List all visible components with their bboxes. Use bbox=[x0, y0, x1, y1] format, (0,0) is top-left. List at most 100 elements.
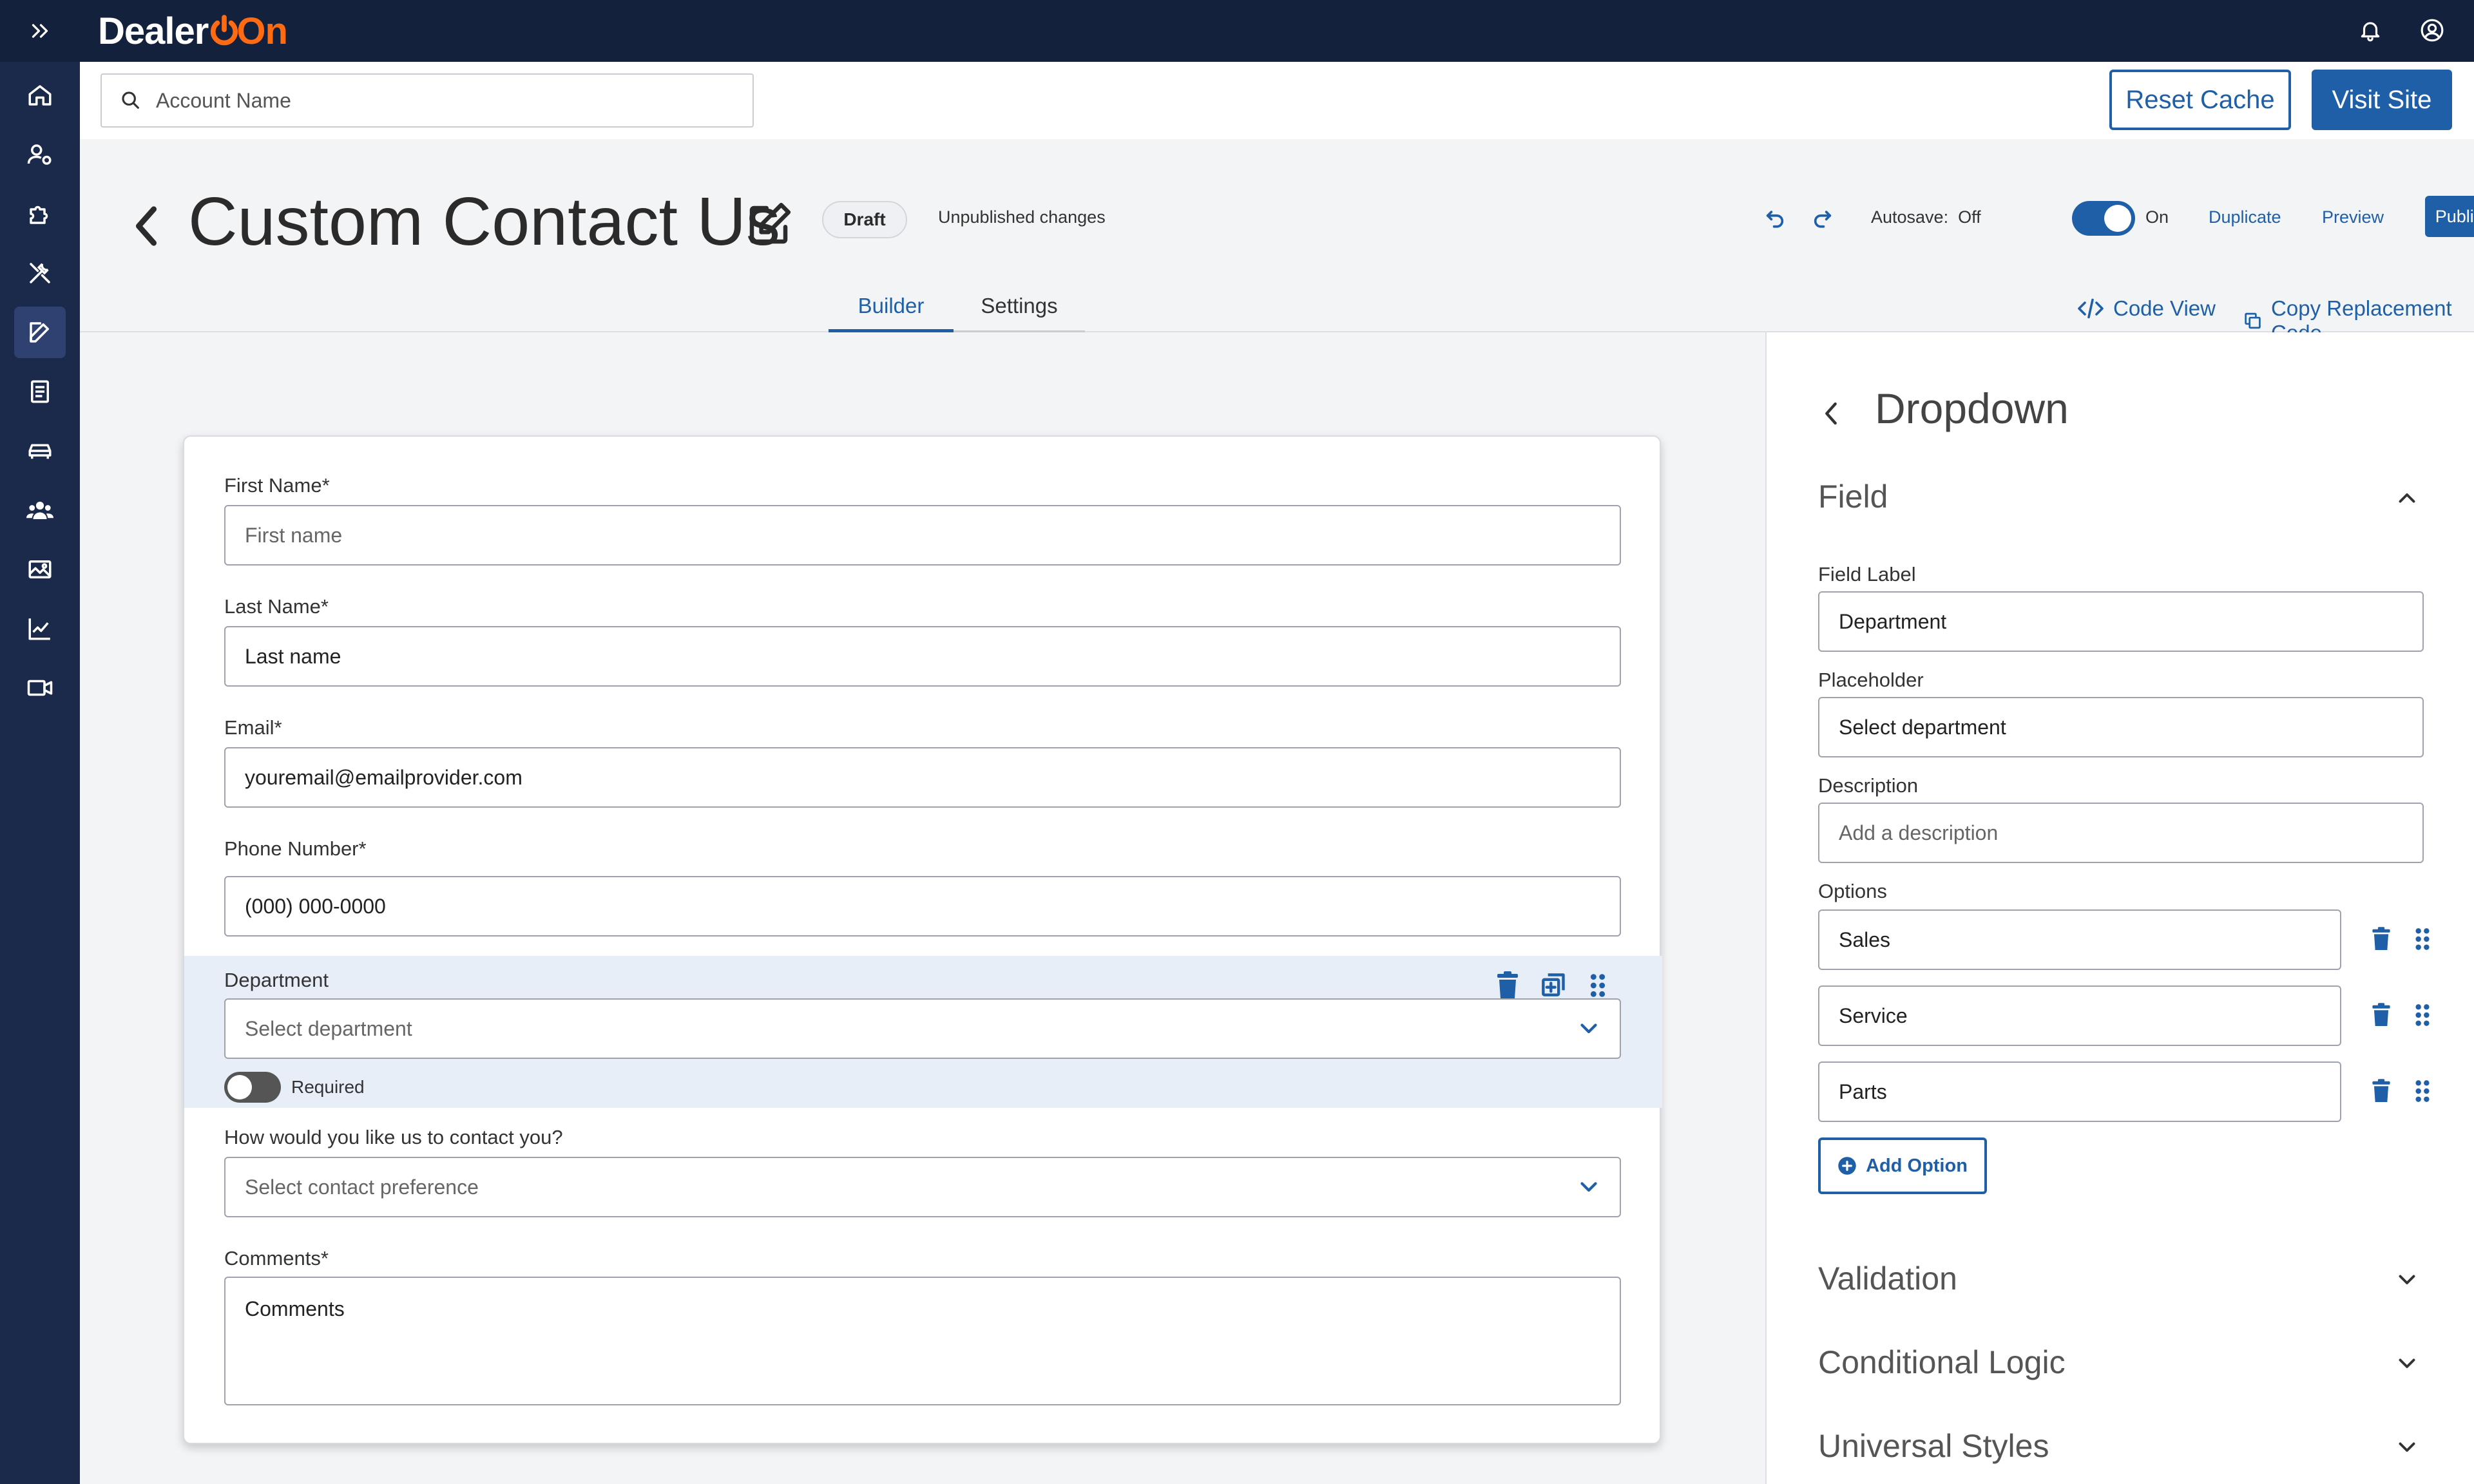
duplicate-link[interactable]: Duplicate bbox=[2209, 207, 2281, 227]
option-input[interactable]: Sales bbox=[1818, 909, 2341, 970]
email-field[interactable]: youremail@emailprovider.com bbox=[224, 747, 1621, 808]
delete-option-icon[interactable] bbox=[2366, 1076, 2397, 1107]
description-label: Description bbox=[1818, 774, 1919, 797]
contact-preference-label: How would you like us to contact you? bbox=[224, 1126, 563, 1148]
chevron-down-icon bbox=[1580, 1023, 1597, 1034]
edit-icon[interactable] bbox=[14, 307, 66, 358]
publish-button[interactable]: Publish bbox=[2425, 196, 2474, 237]
field-label-label: Field Label bbox=[1818, 563, 1916, 585]
image-icon[interactable] bbox=[14, 544, 66, 595]
user-settings-icon[interactable] bbox=[14, 129, 66, 180]
power-icon bbox=[211, 15, 238, 46]
field-section-title[interactable]: Field bbox=[1818, 478, 1888, 515]
drag-handle-icon[interactable] bbox=[1581, 969, 1615, 1002]
tools-icon[interactable] bbox=[14, 247, 66, 299]
visit-site-button[interactable]: Visit Site bbox=[2312, 70, 2452, 130]
form-preview-card: First Name* First name Last Name* Last n… bbox=[183, 435, 1662, 1444]
page-header: Custom Contact Us Draft Unpublished chan… bbox=[80, 139, 2474, 345]
chevron-down-icon[interactable] bbox=[2392, 1264, 2422, 1295]
back-arrow-icon[interactable] bbox=[124, 197, 169, 255]
drag-handle-icon[interactable] bbox=[2407, 1000, 2438, 1031]
conditional-logic-section-title[interactable]: Conditional Logic bbox=[1818, 1344, 2066, 1381]
required-label: Required bbox=[291, 1077, 365, 1097]
notification-bell-icon[interactable] bbox=[2354, 14, 2386, 46]
options-label: Options bbox=[1818, 880, 1887, 902]
video-icon[interactable] bbox=[14, 662, 66, 714]
plus-circle-icon bbox=[1838, 1157, 1856, 1175]
placeholder-input[interactable]: Select department bbox=[1818, 697, 2424, 757]
unpublished-status-text: Unpublished changes bbox=[938, 207, 1106, 227]
duplicate-field-icon[interactable] bbox=[1536, 969, 1569, 1002]
page-title: Custom Contact Us bbox=[188, 184, 780, 260]
contact-preference-placeholder: Select contact preference bbox=[245, 1175, 479, 1199]
panel-title: Dropdown bbox=[1875, 385, 2069, 432]
email-value: youremail@emailprovider.com bbox=[245, 765, 523, 789]
required-toggle[interactable] bbox=[224, 1072, 281, 1103]
document-icon[interactable] bbox=[14, 366, 66, 417]
redo-icon[interactable] bbox=[1807, 202, 1839, 234]
option-input[interactable]: Service bbox=[1818, 985, 2341, 1046]
people-icon[interactable] bbox=[14, 484, 66, 536]
option-value: Parts bbox=[1839, 1080, 1887, 1103]
contact-preference-select[interactable]: Select contact preference bbox=[224, 1157, 1621, 1217]
undo-icon[interactable] bbox=[1759, 202, 1791, 234]
panel-back-icon[interactable] bbox=[1818, 394, 1844, 433]
first-name-placeholder: First name bbox=[245, 523, 343, 547]
department-placeholder: Select department bbox=[245, 1016, 412, 1040]
preview-link[interactable]: Preview bbox=[2322, 207, 2384, 227]
home-icon[interactable] bbox=[14, 70, 66, 121]
chart-icon[interactable] bbox=[14, 603, 66, 654]
universal-styles-section-title[interactable]: Universal Styles bbox=[1818, 1427, 2049, 1465]
delete-option-icon[interactable] bbox=[2366, 1000, 2397, 1031]
autosave-toggle[interactable] bbox=[2072, 201, 2135, 236]
last-name-value: Last name bbox=[245, 644, 341, 668]
brand-logo[interactable]: Dealer On bbox=[98, 9, 288, 53]
status-badge: Draft bbox=[822, 201, 907, 238]
user-account-icon[interactable] bbox=[2416, 14, 2448, 46]
department-label: Department bbox=[224, 969, 329, 991]
delete-option-icon[interactable] bbox=[2366, 924, 2397, 955]
validation-section-title[interactable]: Validation bbox=[1818, 1260, 1957, 1297]
expand-sidebar-icon[interactable] bbox=[0, 0, 80, 62]
brand-name-suffix: On bbox=[236, 10, 288, 52]
car-icon[interactable] bbox=[14, 425, 66, 477]
tab-builder[interactable]: Builder bbox=[829, 294, 954, 332]
autosave-label: Autosave: Off bbox=[1871, 207, 1981, 227]
field-label-input[interactable]: Department bbox=[1818, 591, 2424, 652]
autosave-off-label: Off bbox=[1958, 207, 1981, 227]
comments-value: Comments bbox=[245, 1297, 345, 1320]
puzzle-icon[interactable] bbox=[14, 188, 66, 240]
department-select[interactable]: Select department bbox=[224, 998, 1621, 1059]
account-bar: Account Name Reset Cache Visit Site bbox=[80, 62, 2474, 139]
chevron-down-icon bbox=[1580, 1182, 1597, 1192]
search-icon bbox=[122, 91, 139, 109]
chevron-up-icon[interactable] bbox=[2392, 483, 2422, 514]
edit-title-icon[interactable] bbox=[740, 196, 798, 254]
left-nav-rail bbox=[0, 62, 80, 1484]
tab-settings[interactable]: Settings bbox=[954, 294, 1085, 332]
toggle-knob bbox=[227, 1075, 252, 1099]
first-name-label: First Name* bbox=[224, 474, 330, 497]
phone-value: (000) 000-0000 bbox=[245, 894, 386, 918]
phone-field[interactable]: (000) 000-0000 bbox=[224, 876, 1621, 937]
last-name-field[interactable]: Last name bbox=[224, 626, 1621, 687]
delete-field-icon[interactable] bbox=[1491, 969, 1524, 1002]
option-input[interactable]: Parts bbox=[1818, 1061, 2341, 1122]
code-view-link[interactable]: Code View bbox=[2077, 296, 2216, 321]
add-option-button[interactable]: Add Option bbox=[1818, 1137, 1987, 1194]
chevron-down-icon[interactable] bbox=[2392, 1431, 2422, 1462]
brand-name-prefix: Dealer bbox=[98, 10, 209, 52]
option-value: Sales bbox=[1839, 928, 1891, 951]
reset-cache-button[interactable]: Reset Cache bbox=[2109, 70, 2291, 130]
phone-label: Phone Number* bbox=[224, 837, 367, 860]
drag-handle-icon[interactable] bbox=[2407, 924, 2438, 955]
drag-handle-icon[interactable] bbox=[2407, 1076, 2438, 1107]
comments-label: Comments* bbox=[224, 1247, 329, 1270]
code-icon bbox=[2078, 298, 2104, 319]
first-name-field[interactable]: First name bbox=[224, 505, 1621, 566]
field-label-value: Department bbox=[1839, 609, 1947, 633]
chevron-down-icon[interactable] bbox=[2392, 1347, 2422, 1378]
account-search-input[interactable]: Account Name bbox=[101, 73, 754, 128]
comments-textarea[interactable]: Comments bbox=[224, 1277, 1621, 1405]
description-input[interactable]: Add a description bbox=[1818, 803, 2424, 863]
